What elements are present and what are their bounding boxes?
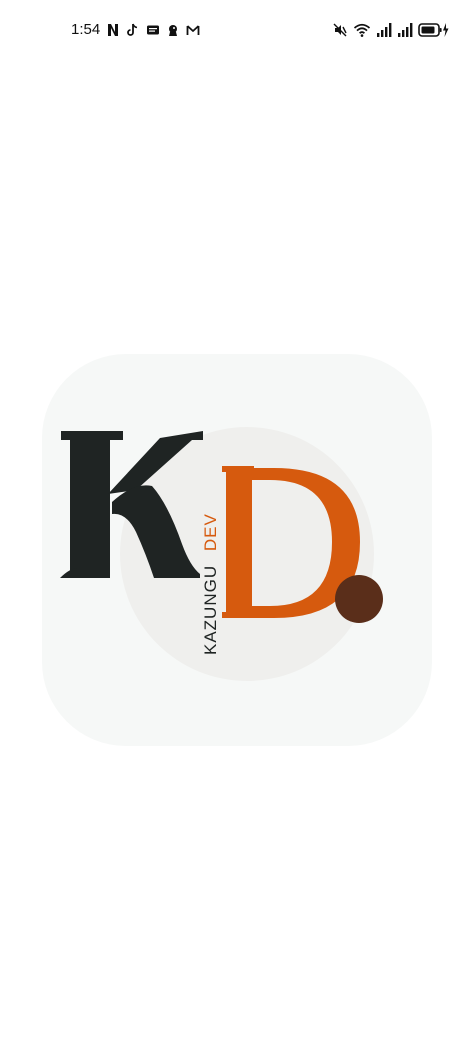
messages-icon [147, 25, 159, 35]
mute-vibrate-icon [333, 23, 347, 37]
status-bar: 1:54 [0, 0, 474, 60]
kazungu-dev-logo: KAZUNGU DEV [60, 427, 383, 681]
logo-brand-kazungu: KAZUNGU [201, 565, 220, 655]
status-time: 1:54 [71, 21, 101, 38]
signal-icon [377, 23, 392, 37]
premier-league-icon [169, 25, 177, 36]
logo-period-dot [335, 575, 383, 623]
wifi-icon [353, 23, 371, 37]
battery-charging-icon [418, 23, 449, 37]
logo-brand-dev: DEV [201, 513, 220, 551]
notification-icons [106, 22, 200, 38]
system-icons [332, 21, 450, 39]
netflix-icon [108, 24, 118, 36]
tiktok-icon [127, 23, 138, 36]
logo-brand-name: KAZUNGU DEV [201, 513, 220, 655]
signal-icon [398, 23, 413, 37]
gmail-icon [186, 25, 200, 35]
